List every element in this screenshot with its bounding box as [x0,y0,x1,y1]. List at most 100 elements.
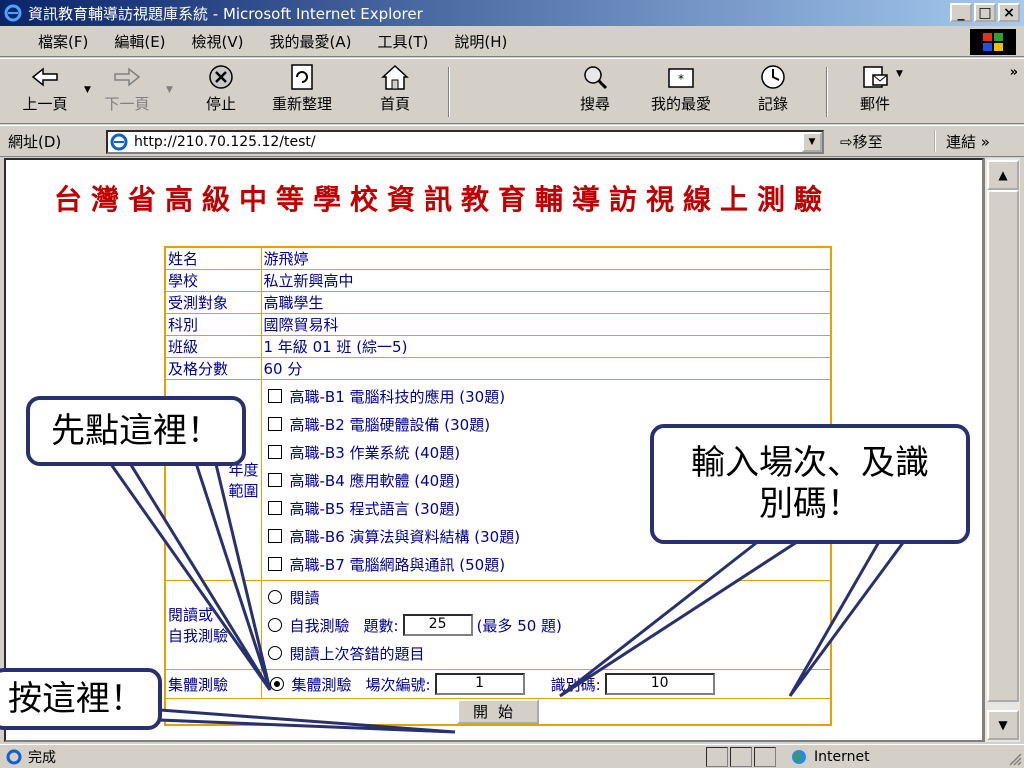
page-icon [110,133,128,151]
zone-label: Internet [814,749,870,765]
subject-label: 高職-B3 作業系統 (40題) [289,443,461,462]
table-row: 受測對象 高職學生 [164,291,832,314]
forward-dropdown-icon[interactable]: ▼ [166,85,173,95]
internet-explorer-icon [4,4,22,22]
subject-label: 高職-B2 電腦硬體設備 (30題) [289,415,491,434]
callout-click-first: 先點這裡！ [26,396,246,466]
address-bar: 網址(D) http://210.70.125.12/test/ ▼ ⇨移至 連… [0,125,1024,157]
identification-code-input[interactable]: 10 [604,673,715,695]
question-count-input[interactable]: 25 [402,614,473,636]
windows-logo-icon [970,29,1016,55]
school-label: 學校 [164,269,262,292]
group-test-label: 集體測驗 [291,675,352,694]
status-text: 完成 [28,749,56,766]
search-button[interactable]: 搜尋 [560,63,630,121]
subject-checkbox[interactable] [267,473,282,487]
class-label: 班級 [164,335,262,358]
refresh-icon [291,64,313,90]
scroll-up-icon[interactable]: ▲ [987,160,1019,190]
menu-help[interactable]: 說明(H) [454,31,507,52]
close-button[interactable]: × [998,3,1020,22]
dept-value: 國際貿易科 [260,313,832,336]
minimize-button[interactable]: _ [950,3,972,22]
target-value: 高職學生 [260,291,832,314]
subject-b1[interactable]: 高職-B1 電腦科技的應用 (30題) [262,382,831,410]
subject-checkbox[interactable] [267,557,282,571]
window-title-bar[interactable]: 資訊教育輔導訪視題庫系統 - Microsoft Internet Explor… [0,0,1024,26]
status-pane [730,747,752,767]
group-test-option[interactable]: 集體測驗 場次編號: 1 識別碼: 10 [264,670,829,698]
address-input[interactable]: http://210.70.125.12/test/ ▼ [106,130,824,154]
subject-checkbox[interactable] [267,445,282,459]
group-label: 集體測驗 [164,669,262,699]
menu-favorites[interactable]: 我的最愛(A) [270,31,352,52]
stop-icon [209,65,233,89]
mail-label: 郵件 [859,95,890,113]
back-button[interactable]: 上一頁 [10,63,80,121]
back-dropdown-icon[interactable]: ▼ [84,85,91,95]
mail-dropdown-icon[interactable]: ▼ [896,69,903,79]
pass-label: 及格分數 [164,357,262,380]
links-button[interactable]: 連結 » [934,131,990,152]
subject-label: 高職-B6 演算法與資料結構 (30題) [289,527,521,546]
menu-tools[interactable]: 工具(T) [377,31,428,52]
scroll-down-icon[interactable]: ▼ [987,710,1019,740]
menu-view[interactable]: 檢視(V) [192,31,244,52]
session-label: 場次編號: [365,675,431,694]
subject-checkbox[interactable] [267,501,282,515]
menu-file[interactable]: 檔案(F) [38,31,88,52]
subject-label: 高職-B7 電腦網路與通訊 (50題) [289,555,506,574]
favorites-label: 我的最愛 [650,95,711,113]
toolbar-more-icon[interactable]: » [1010,65,1018,80]
maximize-button[interactable]: □ [974,3,996,22]
menu-edit[interactable]: 編輯(E) [114,31,165,52]
svg-text:*: * [678,72,684,86]
subject-checkbox[interactable] [267,389,282,403]
count-label: 題數: [363,616,399,635]
dept-label: 科別 [164,313,262,336]
self-test-option[interactable]: 自我測驗 題數: 25 (最多 50 題) [262,611,831,639]
table-row: 班級 1 年級 01 班 (綜一5) [164,335,832,358]
vertical-scrollbar[interactable]: ▲ ▼ [984,158,1020,742]
stop-button[interactable]: 停止 [186,63,256,121]
subject-b7[interactable]: 高職-B7 電腦網路與通訊 (50題) [262,550,831,578]
mode-label: 閱讀或 自我測驗 [164,580,262,670]
table-row: 姓名 游飛婷 [164,246,832,270]
forward-button[interactable]: 下一頁 [92,63,162,121]
session-number-input[interactable]: 1 [434,673,525,695]
go-button[interactable]: ⇨移至 [840,131,883,152]
mail-icon [863,66,888,88]
favorites-button[interactable]: * 我的最愛 [640,63,722,121]
read-wrong-label: 閱讀上次答錯的題目 [289,644,425,663]
callout-press-here: 按這裡！ [0,668,162,730]
status-pane [706,747,728,767]
count-max-label: (最多 50 題) [476,616,562,635]
group-test-radio[interactable] [269,677,284,691]
read-wrong-radio[interactable] [267,646,282,660]
history-button[interactable]: 記錄 [738,63,808,121]
refresh-button[interactable]: 重新整理 [254,63,350,121]
read-wrong-option[interactable]: 閱讀上次答錯的題目 [262,639,831,667]
code-label: 識別碼: [550,675,601,694]
status-bar: 完成 Internet [0,744,1024,768]
self-test-radio[interactable] [267,618,282,632]
refresh-label: 重新整理 [271,95,332,113]
read-radio[interactable] [267,590,282,604]
scroll-thumb[interactable] [987,190,1019,702]
home-button[interactable]: 首頁 [350,63,440,121]
read-option[interactable]: 閱讀 [262,583,831,611]
toolbar-separator [826,67,828,117]
self-test-label: 自我測驗 [289,616,350,635]
subject-checkbox[interactable] [267,529,282,543]
subject-checkbox[interactable] [267,417,282,431]
group-options: 集體測驗 場次編號: 1 識別碼: 10 [260,669,832,699]
address-dropdown-icon[interactable]: ▼ [802,132,822,152]
target-label: 受測對象 [164,291,262,314]
pass-value: 60 分 [260,357,832,380]
start-button[interactable]: 開始 [456,699,539,724]
resize-grip-icon[interactable] [1006,750,1022,766]
callout-enter-session: 輸入場次、及識別碼！ [650,424,970,544]
favorites-folder-icon: * [668,68,694,88]
status-message: 完成 [6,747,56,767]
table-row: 開始 [164,698,832,726]
